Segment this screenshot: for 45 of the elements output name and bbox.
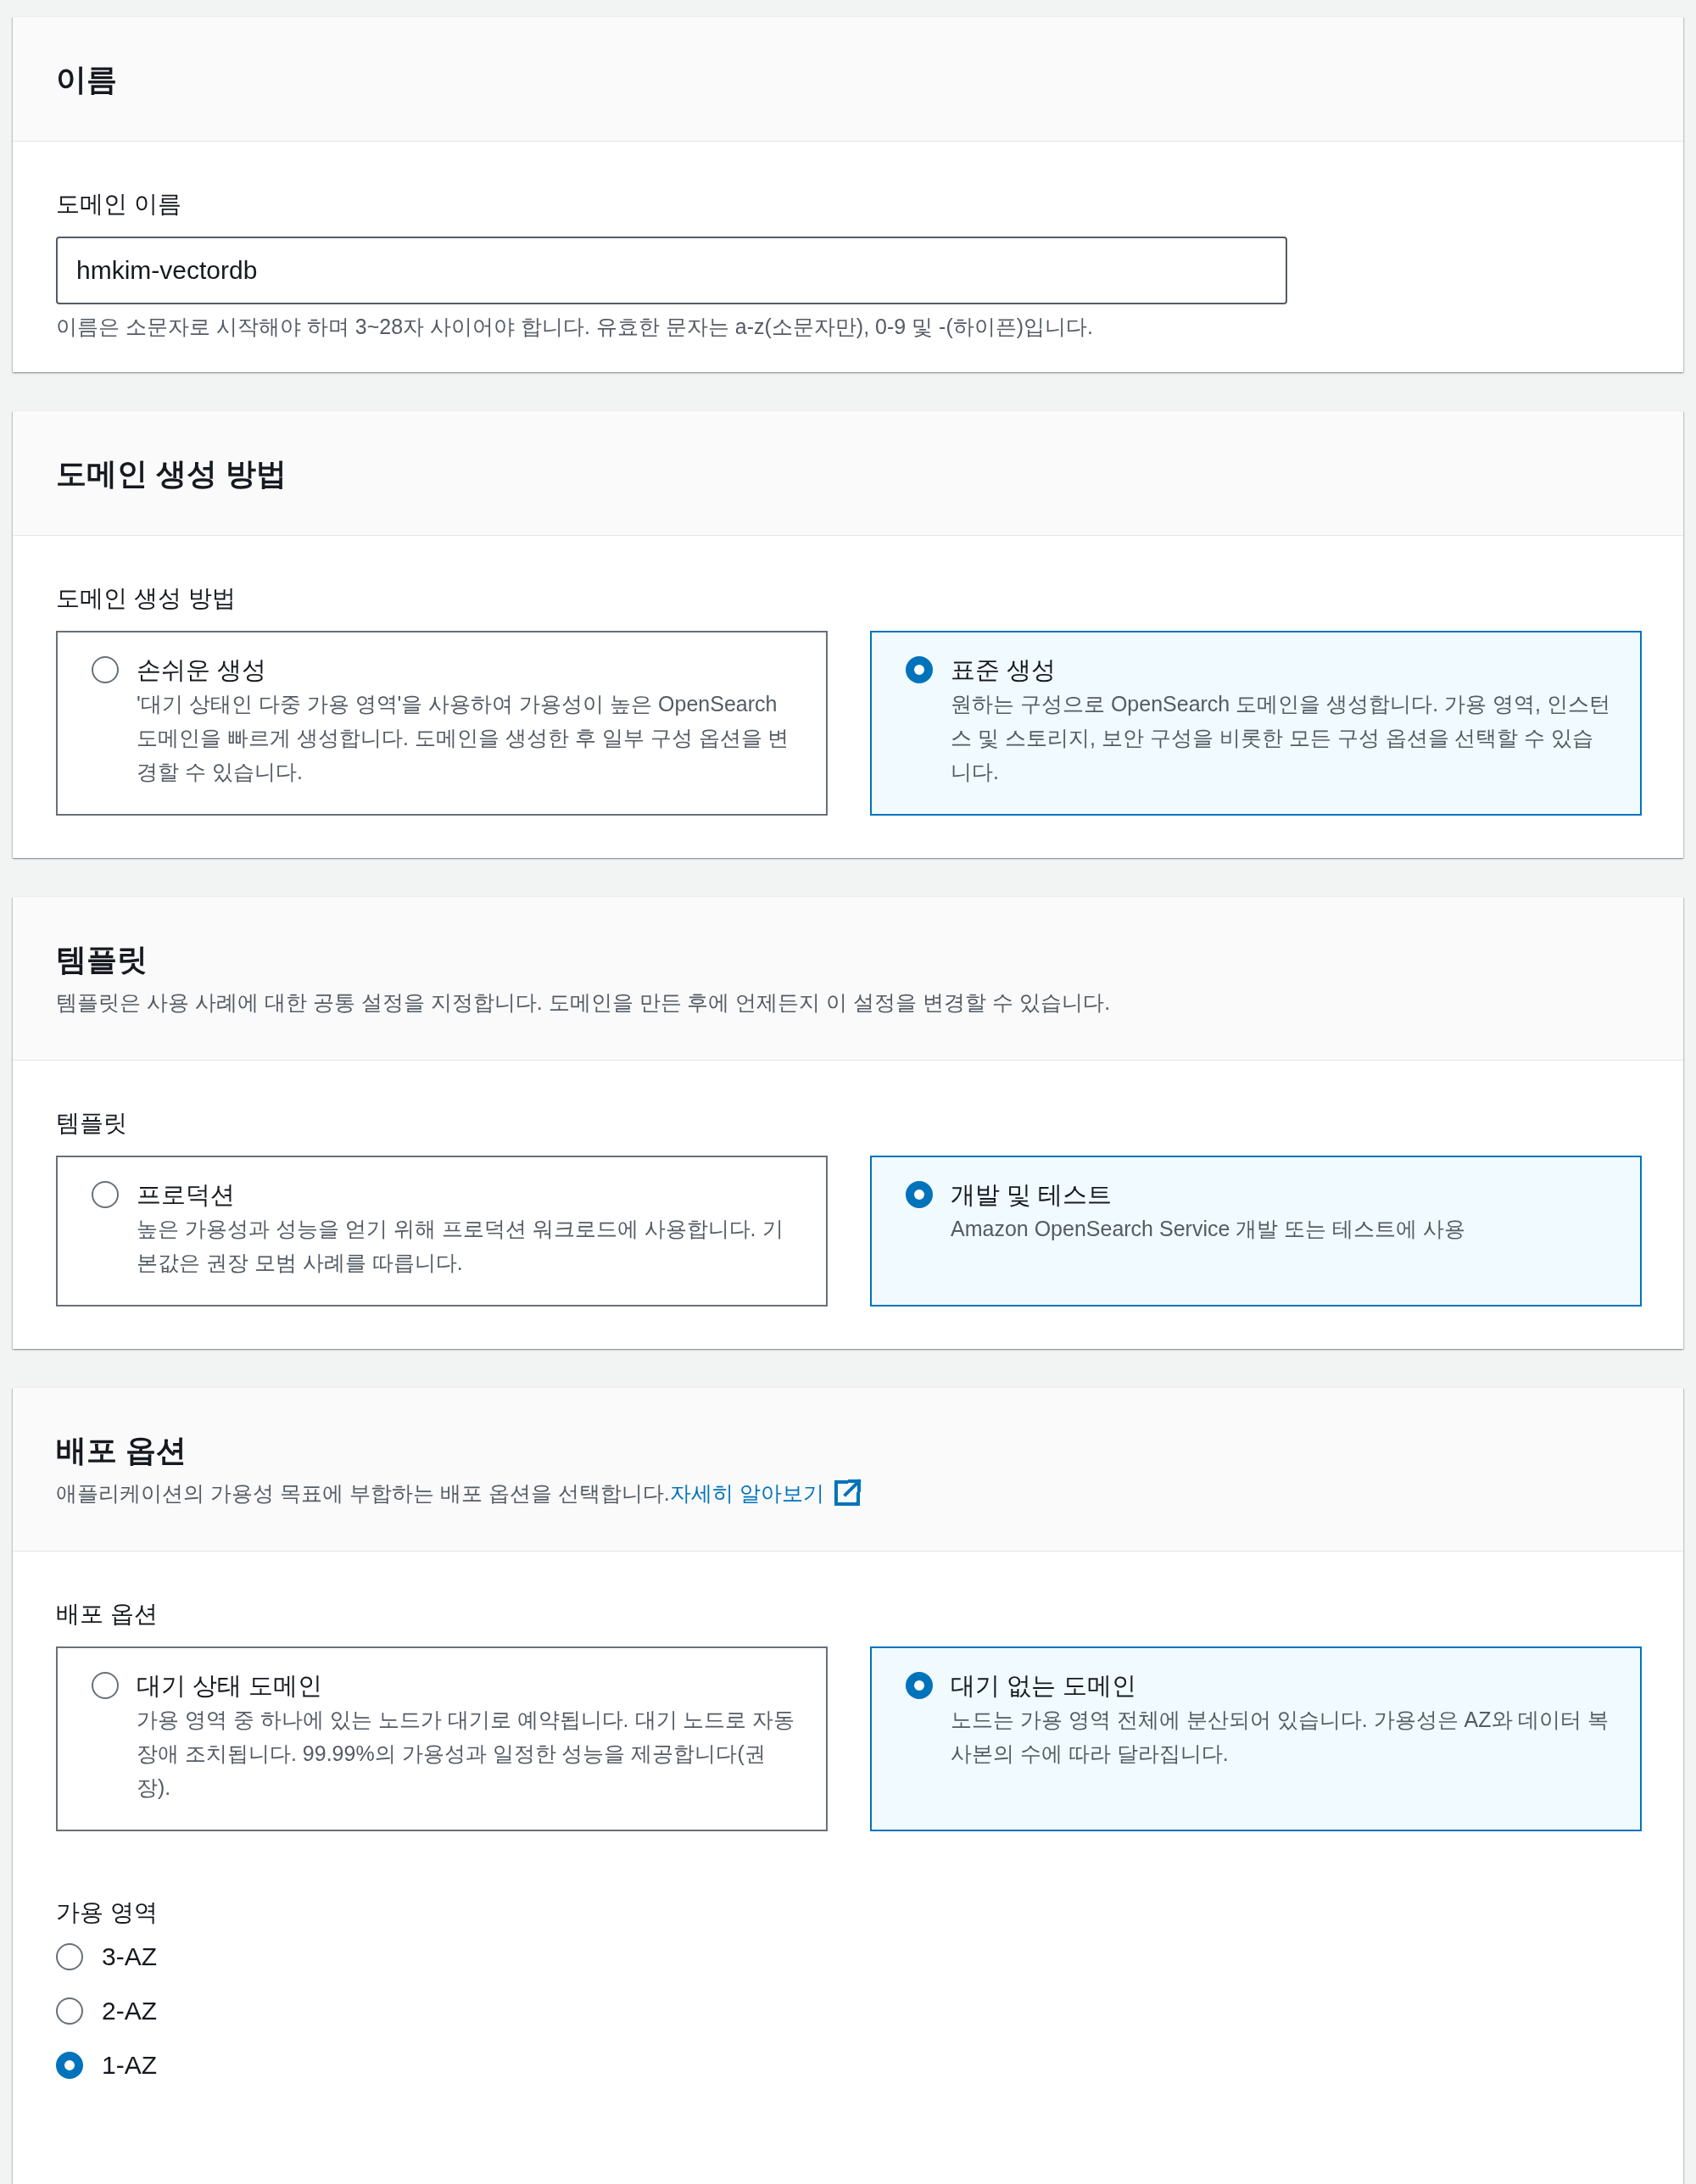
radio-button[interactable] xyxy=(92,1672,119,1699)
option-card[interactable]: 손쉬운 생성 '대기 상태인 다중 가용 영역'을 사용하여 가용성이 높은 OpenSearch 도메인을 빠르게 생성합니다. 도메인을 생성한 후 일부 구성 옵션을 변경할 수 있습니다. xyxy=(56,631,828,816)
text-field[interactable]: hmkim-vectordb xyxy=(56,237,1287,304)
section-title: 템플릿 xyxy=(56,941,148,978)
option-card[interactable]: 개발 및 테스트 Amazon OpenSearch Service 개발 또는 테스트에 사용 xyxy=(870,1156,1642,1306)
option-title: 대기 상태 도메인 xyxy=(137,1671,323,1701)
section-title: 배포 옵션 xyxy=(56,1432,187,1469)
option-description: 노드는 가용 영역 전체에 분산되어 있습니다. 가용성은 AZ와 데이터 복사본의 수에 따라 달라집니다. xyxy=(951,1707,1610,1767)
option-description: Amazon OpenSearch Service 개발 또는 테스트에 사용 xyxy=(951,1216,1467,1242)
option-card[interactable]: 대기 상태 도메인 가용 영역 중 하나에 있는 노드가 대기로 예약됩니다. 대기 노드로 자동 장애 조치됩니다. 99.99%의 가용성과 일정한 성능을 제공합니다(권장). xyxy=(56,1646,828,1831)
radio-button[interactable] xyxy=(906,1672,933,1699)
option-description: 가용 영역 중 하나에 있는 노드가 대기로 예약됩니다. 대기 노드로 자동 장애 조치됩니다. 99.99%의 가용성과 일정한 성능을 제공합니다(권장). xyxy=(137,1707,796,1801)
section-description: 템플릿은 사용 사례에 대한 공통 설정을 지정합니다. 도메인을 만든 후에 언제든지 이 설정을 변경할 수 있습니다. xyxy=(56,990,1111,1014)
option-title: 표준 생성 xyxy=(951,655,1057,685)
field-label: 배포 옵션 xyxy=(56,1600,158,1629)
radio-button[interactable] xyxy=(56,1943,83,1970)
learn-more-link[interactable]: 자세히 알아보기 xyxy=(669,1478,862,1508)
field-label: 도메인 생성 방법 xyxy=(56,584,236,613)
field-label: 가용 영역 xyxy=(56,1898,158,1927)
option-card[interactable]: 대기 없는 도메인 노드는 가용 영역 전체에 분산되어 있습니다. 가용성은 AZ와 데이터 복사본의 수에 따라 달라집니다. xyxy=(870,1646,1642,1831)
radio-button[interactable] xyxy=(56,2052,83,2079)
option-title: 대기 없는 도메인 xyxy=(951,1671,1137,1701)
field-label: 도메인 이름 xyxy=(56,190,181,219)
option-title: 개발 및 테스트 xyxy=(951,1180,1113,1210)
radio-label[interactable]: 3-AZ xyxy=(102,1943,157,1970)
section-title: 이름 xyxy=(56,61,118,98)
radio-button[interactable] xyxy=(906,656,933,683)
option-title: 손쉬운 생성 xyxy=(137,655,267,685)
option-description: 원하는 구성으로 OpenSearch 도메인을 생성합니다. 가용 영역, 인스턴스 및 스토리지, 보안 구성을 비롯한 모든 구성 옵션을 선택할 수 있습니다. xyxy=(951,691,1611,785)
radio-button[interactable] xyxy=(56,1997,83,2025)
option-description: 높은 가용성과 성능을 얻기 위해 프로덕션 워크로드에 사용합니다. 기본값은 권장 모범 사례를 따릅니다. xyxy=(137,1216,784,1276)
field-label: 템플릿 xyxy=(56,1109,127,1138)
field-hint: 이름은 소문자로 시작해야 하며 3~28자 사이어야 합니다. 유효한 문자는 a-z(소문자만), 0-9 및 -(하이픈)입니다. xyxy=(56,314,1093,340)
radio-button[interactable] xyxy=(906,1181,933,1208)
external-link-icon xyxy=(832,1479,862,1507)
section-description: 애플리케이션의 가용성 목표에 부합하는 배포 옵션을 선택합니다. xyxy=(56,1481,670,1505)
section-title: 도메인 생성 방법 xyxy=(56,455,287,493)
radio-button[interactable] xyxy=(92,656,119,683)
radio-label[interactable]: 1-AZ xyxy=(102,2052,157,2079)
radio-label[interactable]: 2-AZ xyxy=(102,1997,157,2025)
radio-button[interactable] xyxy=(92,1181,119,1208)
option-card[interactable]: 표준 생성 원하는 구성으로 OpenSearch 도메인을 생성합니다. 가용 영역, 인스턴스 및 스토리지, 보안 구성을 비롯한 모든 구성 옵션을 선택할 수 있습니다. xyxy=(870,631,1642,816)
option-title: 프로덕션 xyxy=(137,1180,235,1210)
option-description: '대기 상태인 다중 가용 영역'을 사용하여 가용성이 높은 OpenSearch 도메인을 빠르게 생성합니다. 도메인을 생성한 후 일부 구성 옵션을 변경할 수 있습니다. xyxy=(137,691,790,785)
option-card[interactable]: 프로덕션 높은 가용성과 성능을 얻기 위해 프로덕션 워크로드에 사용합니다. 기본값은 권장 모범 사례를 따릅니다. xyxy=(56,1156,828,1306)
